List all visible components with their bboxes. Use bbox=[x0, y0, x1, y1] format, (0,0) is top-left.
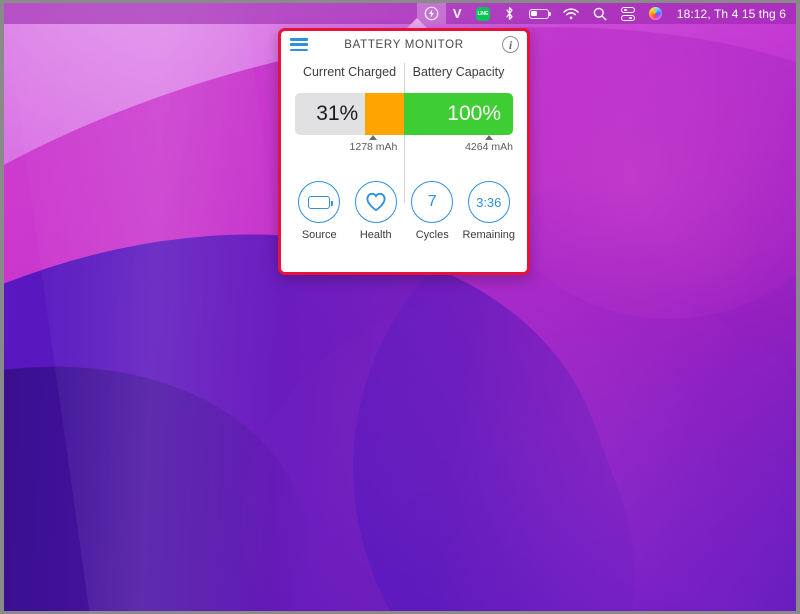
siri-orb-icon bbox=[649, 7, 662, 20]
control-center-glyph-icon bbox=[621, 7, 635, 21]
page-title: BATTERY MONITOR bbox=[344, 39, 464, 51]
battery-glyph-icon bbox=[529, 9, 549, 19]
stat-source-label: Source bbox=[302, 229, 337, 241]
stat-cycles-circle: 7 bbox=[411, 181, 453, 223]
stat-remaining-circle: 3:36 bbox=[468, 181, 510, 223]
stat-health-label: Health bbox=[360, 229, 392, 241]
stat-cycles-label: Cycles bbox=[416, 229, 449, 241]
info-icon[interactable]: i bbox=[502, 36, 519, 53]
wifi-icon[interactable] bbox=[556, 3, 586, 24]
column-headings: Current Charged Battery Capacity bbox=[295, 65, 513, 79]
menu-bar: V LINE bbox=[4, 3, 796, 24]
line-badge-label: LINE bbox=[476, 7, 490, 21]
mah-markers: 1278 mAh 4264 mAh bbox=[295, 135, 513, 161]
popover-header: BATTERY MONITOR i bbox=[281, 31, 527, 59]
line-app-icon[interactable]: LINE bbox=[469, 3, 497, 24]
battery-capacity-bar: 100% bbox=[404, 93, 513, 135]
gauge-bars: 31% 100% bbox=[295, 93, 513, 135]
stat-cycles-value: 7 bbox=[428, 193, 437, 211]
current-charged-mah-label: 1278 mAh bbox=[350, 141, 398, 153]
hamburger-icon[interactable] bbox=[290, 38, 308, 51]
desktop-screen: V LINE bbox=[4, 3, 796, 611]
stat-remaining[interactable]: 3:36 Remaining bbox=[462, 181, 516, 241]
menu-bar-clock[interactable]: 18:12, Th 4 15 thg 6 bbox=[669, 7, 788, 21]
battery-capacity-mah: 4264 mAh bbox=[465, 135, 513, 153]
current-charged-bar: 31% bbox=[295, 93, 404, 135]
control-center-icon[interactable] bbox=[614, 3, 642, 24]
search-glyph-icon bbox=[593, 7, 607, 21]
battery-capacity-value: 100% bbox=[447, 102, 513, 126]
battery-status-icon[interactable] bbox=[522, 3, 556, 24]
current-charged-mah: 1278 mAh bbox=[350, 135, 398, 153]
wifi-glyph-icon bbox=[563, 8, 579, 20]
battery-icon bbox=[308, 196, 330, 209]
current-charged-value: 31% bbox=[295, 102, 404, 126]
marker-triangle-icon bbox=[369, 135, 377, 140]
stat-remaining-value: 3:36 bbox=[476, 195, 501, 210]
stat-health-circle bbox=[355, 181, 397, 223]
v-app-icon[interactable]: V bbox=[446, 3, 469, 24]
bluetooth-icon[interactable] bbox=[497, 3, 522, 24]
marker-triangle-icon bbox=[485, 135, 493, 140]
battery-monitor-popover: BATTERY MONITOR i Current Charged Batter… bbox=[278, 28, 530, 275]
battery-capacity-mah-label: 4264 mAh bbox=[465, 141, 513, 153]
heart-icon bbox=[365, 192, 387, 212]
stat-source[interactable]: Source bbox=[292, 181, 346, 241]
v-app-label: V bbox=[453, 6, 462, 21]
stat-remaining-label: Remaining bbox=[462, 229, 515, 241]
stat-health[interactable]: Health bbox=[349, 181, 403, 241]
siri-icon[interactable] bbox=[642, 3, 669, 24]
current-charged-heading: Current Charged bbox=[295, 65, 404, 79]
battery-capacity-heading: Battery Capacity bbox=[404, 65, 513, 79]
spotlight-search-icon[interactable] bbox=[586, 3, 614, 24]
stat-source-circle bbox=[298, 181, 340, 223]
gauge-section: Current Charged Battery Capacity 31% 100… bbox=[281, 65, 527, 161]
stat-cycles[interactable]: 7 Cycles bbox=[405, 181, 459, 241]
bluetooth-glyph-icon bbox=[504, 6, 515, 21]
